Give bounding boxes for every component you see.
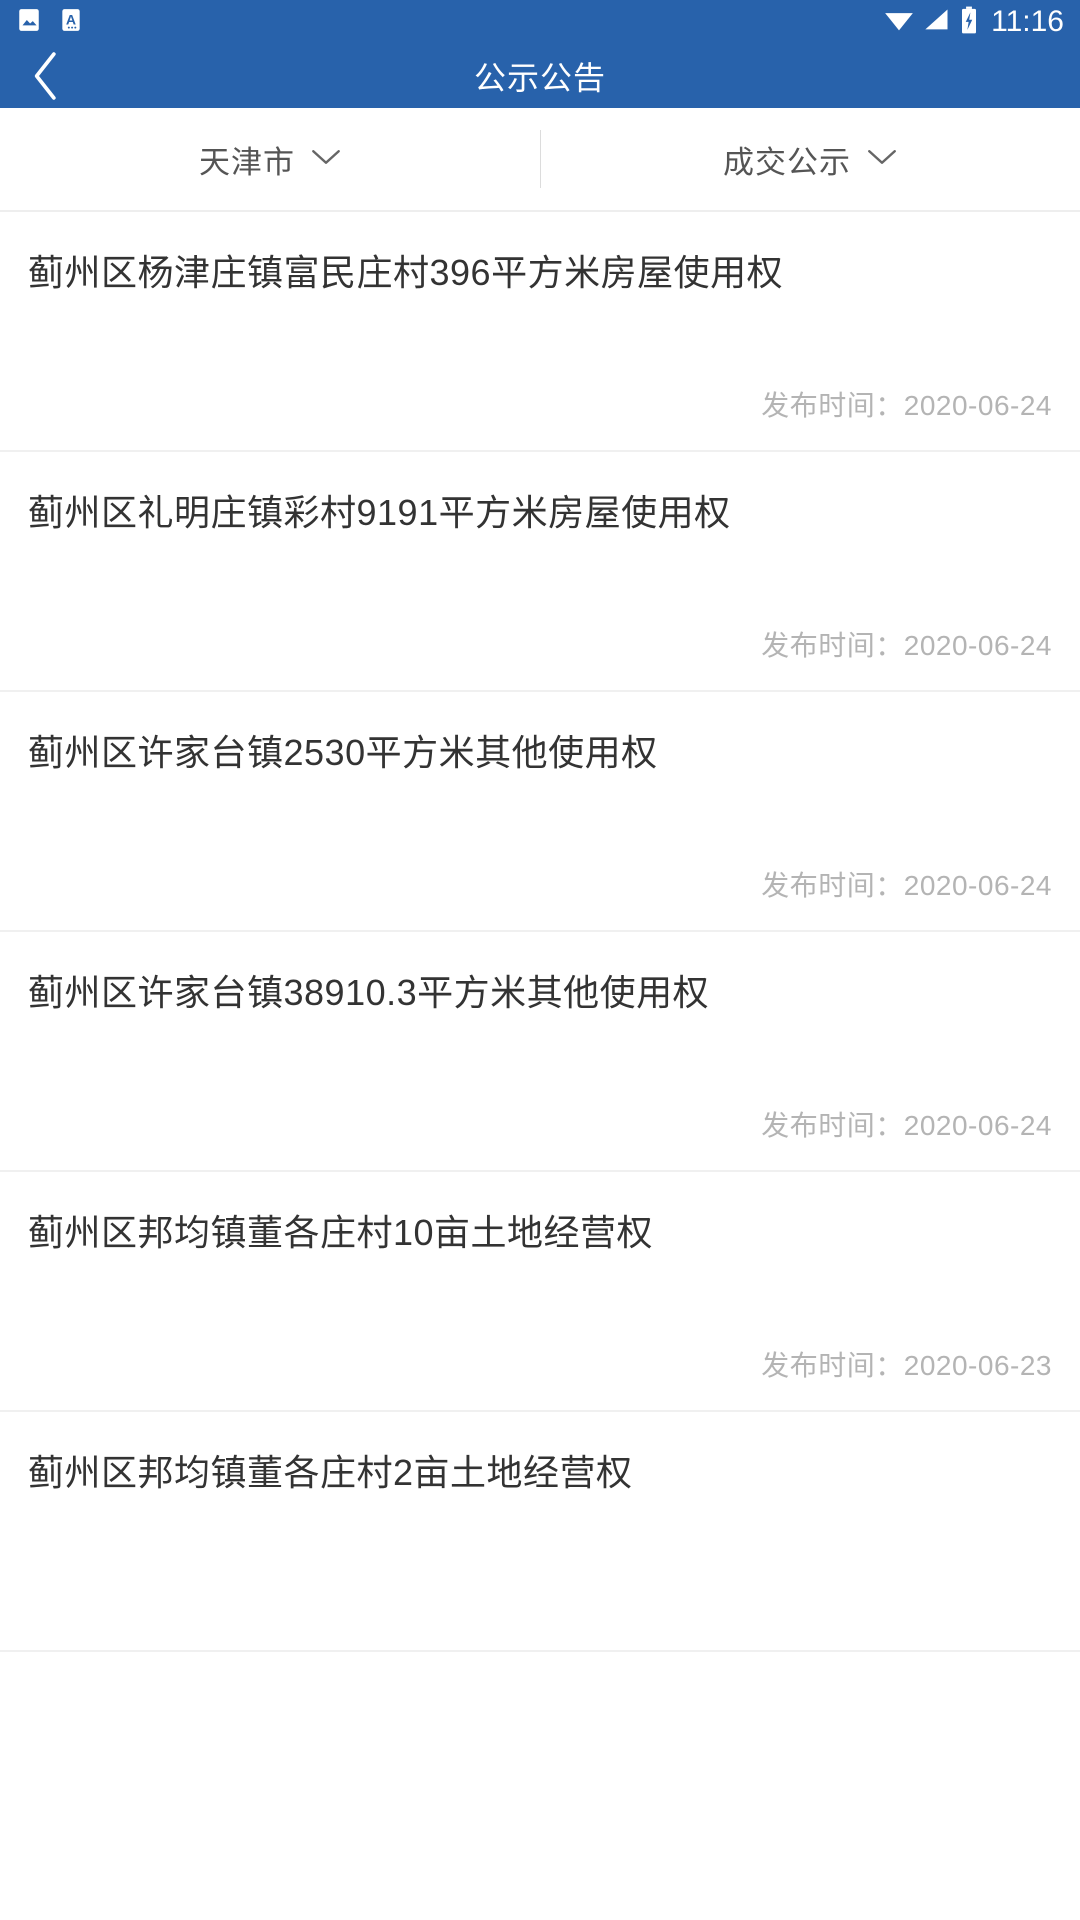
announcement-publish-time: 发布时间：2020-06-24	[28, 864, 1052, 904]
announcement-list[interactable]: 蓟州区杨津庄镇富民庄村396平方米房屋使用权 发布时间：2020-06-24 蓟…	[0, 212, 1080, 1920]
image-icon	[16, 7, 42, 38]
announcement-title: 蓟州区杨津庄镇富民庄村396平方米房屋使用权	[28, 252, 784, 293]
announcement-title: 蓟州区许家台镇2530平方米其他使用权	[28, 732, 658, 773]
announcement-title: 蓟州区邦均镇董各庄村10亩土地经营权	[28, 1212, 654, 1253]
svg-text:A: A	[66, 11, 76, 27]
list-item[interactable]: 蓟州区杨津庄镇富民庄村396平方米房屋使用权 发布时间：2020-06-24	[0, 212, 1080, 452]
chevron-down-icon	[311, 147, 341, 172]
filter-region-label: 天津市	[199, 144, 295, 180]
list-item[interactable]: 蓟州区许家台镇2530平方米其他使用权 发布时间：2020-06-24	[0, 692, 1080, 932]
announcement-publish-time: 发布时间：2020-06-24	[28, 1104, 1052, 1144]
app-root: A 11:16 公示公告 天津市 成交公示 蓟州区杨津庄镇富民庄村396平方米房…	[0, 0, 1080, 1920]
publish-time-label: 发布时间：	[761, 870, 904, 901]
announcement-publish-time: 发布时间：2020-06-24	[28, 384, 1052, 424]
battery-charging-icon	[960, 6, 978, 39]
filter-type-label: 成交公示	[723, 144, 851, 180]
list-item[interactable]: 蓟州区礼明庄镇彩村9191平方米房屋使用权 发布时间：2020-06-24	[0, 452, 1080, 692]
list-item[interactable]: 蓟州区许家台镇38910.3平方米其他使用权 发布时间：2020-06-24	[0, 932, 1080, 1172]
cellular-signal-icon	[923, 7, 951, 38]
status-bar-clock: 11:16	[991, 5, 1064, 38]
publish-time-value: 2020-06-24	[903, 390, 1052, 421]
back-button[interactable]	[0, 44, 92, 108]
app-bar: 公示公告	[0, 44, 1080, 108]
publish-time-label: 发布时间：	[761, 390, 904, 421]
chevron-left-icon	[34, 52, 56, 100]
publish-time-value: 2020-06-24	[903, 870, 1052, 901]
status-bar-left-icons: A	[16, 7, 84, 38]
announcement-title: 蓟州区礼明庄镇彩村9191平方米房屋使用权	[28, 492, 731, 533]
publish-time-label: 发布时间：	[761, 630, 904, 661]
publish-time-label: 发布时间：	[761, 1350, 904, 1381]
page-title: 公示公告	[473, 60, 606, 96]
status-bar-right-icons: 11:16	[884, 6, 1064, 39]
announcement-title: 蓟州区许家台镇38910.3平方米其他使用权	[28, 972, 710, 1013]
text-capture-icon: A	[58, 7, 84, 38]
filter-bar: 天津市 成交公示	[0, 108, 1080, 212]
wifi-icon	[884, 7, 914, 38]
list-item[interactable]: 蓟州区邦均镇董各庄村10亩土地经营权 发布时间：2020-06-23	[0, 1172, 1080, 1412]
list-item[interactable]: 蓟州区邦均镇董各庄村2亩土地经营权 发布时间：	[0, 1412, 1080, 1652]
publish-time-label: 发布时间：	[761, 1110, 904, 1141]
filter-type-dropdown[interactable]: 成交公示	[540, 108, 1080, 210]
publish-time-value: 2020-06-23	[903, 1350, 1052, 1381]
announcement-title: 蓟州区邦均镇董各庄村2亩土地经营权	[28, 1452, 633, 1493]
status-bar: A 11:16	[0, 0, 1080, 44]
chevron-down-icon	[867, 147, 897, 172]
announcement-publish-time: 发布时间：2020-06-23	[28, 1344, 1052, 1384]
publish-time-value: 2020-06-24	[903, 630, 1052, 661]
filter-region-dropdown[interactable]: 天津市	[0, 108, 540, 210]
announcement-publish-time: 发布时间：2020-06-24	[28, 624, 1052, 664]
publish-time-value: 2020-06-24	[903, 1110, 1052, 1141]
